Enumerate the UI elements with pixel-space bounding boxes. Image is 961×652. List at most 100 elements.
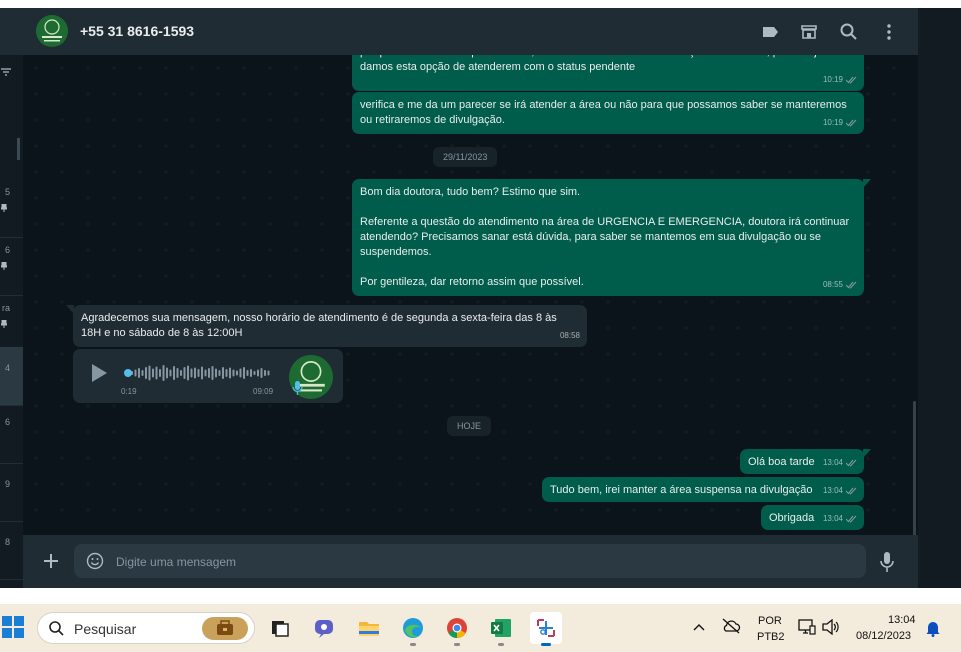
taskbar-app-edge[interactable] — [397, 612, 429, 646]
waveform-bar — [211, 366, 214, 380]
logo-icon — [36, 15, 68, 47]
outgoing-message[interactable]: Tudo bem, irei manter a área suspensa na… — [542, 477, 864, 502]
waveform-bar — [145, 367, 147, 379]
chat-list-item[interactable]: 5 — [0, 179, 23, 238]
message-input[interactable] — [114, 551, 848, 573]
message-text: Bom dia doutora, tudo bem? Estimo que si… — [360, 186, 850, 288]
mic-icon — [292, 381, 303, 395]
waveform-bar — [222, 367, 224, 379]
chat-list-item[interactable]: 9 — [0, 463, 23, 522]
taskbar-search[interactable]: Pesquisar — [37, 612, 255, 644]
chat-list-item-time: 6 — [4, 245, 10, 255]
cloud-offline-icon[interactable] — [721, 618, 741, 634]
outgoing-message[interactable]: Olá boa tarde 13:04 — [740, 449, 871, 474]
chat-list: 5 6 ra 4 6 9 8 — [0, 8, 23, 588]
waveform-bar — [232, 369, 235, 377]
double-check-icon — [846, 76, 857, 84]
waveform-bar — [187, 365, 189, 381]
outgoing-message[interactable]: Obrigada 13:04 — [761, 505, 864, 530]
microphone-icon[interactable] — [880, 552, 894, 572]
notification-bell-icon[interactable] — [926, 619, 940, 637]
waveform-bar — [155, 366, 158, 380]
taskbar-app-file-explorer[interactable] — [353, 612, 385, 644]
pin-icon — [1, 204, 7, 212]
chat-header: +55 31 8616-1593 — [23, 8, 918, 55]
chrome-icon — [447, 618, 467, 638]
attach-icon[interactable] — [42, 552, 60, 570]
outgoing-message[interactable]: verifica e me da um parecer se irá atend… — [352, 92, 864, 134]
chat-list-item-time: 4 — [4, 363, 10, 373]
label-icon[interactable] — [760, 22, 780, 42]
taskbar-app-chrome[interactable] — [441, 612, 473, 646]
audio-time: 09:09 — [253, 387, 274, 396]
search-icon — [49, 621, 64, 636]
chat-list-item-time: 9 — [4, 479, 10, 489]
waveform-bar — [250, 369, 252, 377]
top-strip — [0, 0, 961, 8]
audio-waveform[interactable] — [131, 363, 271, 383]
message-meta: 13:04 — [823, 483, 857, 498]
waveform-bar — [152, 368, 154, 378]
voice-message[interactable]: 0:19 09:09 — [73, 349, 343, 403]
chat-list-item[interactable]: 6 — [0, 405, 23, 464]
windows-taskbar: Pesquisar POR PTB2 13:04 08/12/2023 — [0, 604, 961, 652]
incoming-message[interactable]: Agradecemos sua mensagem, nosso horário … — [66, 305, 587, 347]
catalog-icon[interactable] — [799, 22, 819, 42]
chevron-up-icon[interactable] — [693, 622, 705, 632]
language-indicator[interactable]: POR — [758, 615, 782, 627]
clock-date[interactable]: 08/12/2023 — [856, 630, 911, 642]
waveform-bar — [141, 370, 144, 376]
message-time: 08:58 — [559, 331, 580, 340]
waveform-bar — [138, 368, 140, 378]
conversation-scrollbar[interactable] — [913, 401, 916, 541]
filter-icon[interactable] — [1, 68, 11, 76]
emoji-icon[interactable] — [86, 552, 104, 570]
message-text: Agradecemos sua mensagem, nosso horário … — [81, 312, 557, 339]
waveform-bar — [194, 367, 196, 379]
message-time: 10:19 — [822, 75, 843, 84]
chat-list-item-time: ra — [1, 303, 10, 313]
waveform-bar — [236, 370, 238, 376]
chat-list-item[interactable]: 6 — [0, 237, 23, 296]
outgoing-message[interactable]: Bom dia doutora, tudo bem? Estimo que si… — [352, 179, 871, 296]
waveform-bar — [229, 367, 231, 379]
message-meta: 10:19 — [823, 72, 857, 87]
taskbar-app-excel[interactable] — [485, 612, 517, 646]
contact-avatar[interactable] — [36, 15, 68, 47]
taskbar-app-snipping-tool[interactable] — [530, 612, 562, 646]
search-icon[interactable] — [839, 22, 859, 42]
waveform-bar — [225, 369, 228, 377]
waveform-bar — [201, 366, 203, 380]
clock-time[interactable]: 13:04 — [888, 614, 916, 626]
play-icon[interactable] — [91, 364, 107, 382]
audio-progress-knob[interactable] — [124, 369, 132, 377]
chat-list-item-time: 5 — [4, 187, 10, 197]
taskbar-app-meet[interactable] — [308, 612, 340, 644]
volume-icon[interactable] — [822, 619, 840, 635]
chat-list-item[interactable]: 8 — [0, 521, 23, 580]
conversation-panel: porque é desta forma que atuamos, não te… — [23, 55, 918, 535]
chat-list-item[interactable]: ra — [0, 295, 23, 354]
outgoing-message[interactable]: porque é desta forma que atuamos, não te… — [352, 55, 864, 91]
message-time: 13:04 — [822, 514, 843, 523]
windows-start-icon[interactable] — [2, 616, 24, 638]
chat-list-scrollbar[interactable] — [17, 138, 20, 160]
running-indicator — [454, 643, 460, 646]
video-chat-icon — [315, 620, 333, 638]
waveform-bar — [166, 367, 168, 379]
snipping-tool-icon — [537, 619, 555, 637]
waveform-bar — [253, 371, 256, 375]
waveform-bar — [264, 370, 266, 376]
waveform-bar — [218, 370, 221, 376]
contact-name[interactable]: +55 31 8616-1593 — [80, 23, 194, 39]
chat-list-item-time: 6 — [4, 417, 10, 427]
composer-bar — [23, 535, 918, 588]
keyboard-layout-indicator[interactable]: PTB2 — [757, 631, 785, 643]
double-check-icon — [846, 119, 857, 127]
network-icon[interactable] — [798, 619, 816, 635]
chat-list-item-selected[interactable]: 4 — [0, 347, 23, 406]
message-input-box[interactable] — [74, 544, 866, 578]
running-indicator — [498, 643, 504, 646]
taskbar-app-task-view[interactable] — [264, 612, 296, 644]
menu-icon[interactable] — [879, 22, 899, 42]
